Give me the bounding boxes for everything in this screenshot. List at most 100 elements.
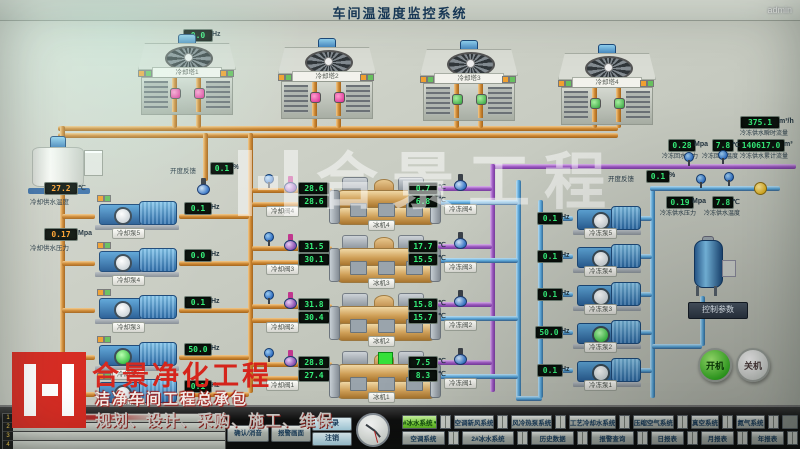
chiller1-cw-in-display: 28.8	[298, 356, 330, 369]
end-cap	[329, 364, 340, 398]
chiller2-label: 冰机2	[368, 336, 395, 347]
nav-indicator	[722, 415, 733, 429]
tower-body	[423, 83, 515, 121]
ack-mute-button[interactable]: 确认/消音	[227, 425, 269, 442]
hz-unit: Hz	[561, 214, 570, 221]
control-params-button[interactable]: 控制参数	[688, 302, 748, 319]
chilled-pump-2-hz: 50.0	[535, 326, 563, 339]
chiller4-cooling-valve-icon[interactable]	[284, 176, 297, 193]
nav-heat-pump-system[interactable]: 风冷热泵系统	[511, 415, 552, 429]
cooling-pump-5[interactable]	[95, 198, 179, 230]
chiller1-cooling-valve-label: 冷却阀1	[266, 380, 299, 391]
chiller2-chilled-valve-label: 冷冻阀2	[444, 320, 477, 331]
chiller3-chilled-valve-icon[interactable]	[454, 232, 467, 249]
nav-chiller-plant-1[interactable]: 1#冰水系统	[402, 415, 437, 429]
cooling-supply-temp-label: 冷却供水温度	[30, 196, 69, 206]
cooling-pump-3-hz: 0.1	[184, 296, 212, 309]
cooling-pump-4[interactable]	[95, 245, 179, 277]
nav-process-cooling-system[interactable]: 工艺冷却水系统	[569, 415, 616, 429]
nav-nitrogen-system[interactable]: 氮气系统	[736, 415, 765, 429]
nav-alarm-query[interactable]: 报警查询	[591, 431, 634, 445]
pump-gauge	[114, 301, 132, 319]
page-title: 车间温湿度监控系统	[0, 3, 800, 22]
nav-compressed-air-system[interactable]: 压缩空气系统	[633, 415, 674, 429]
chiller3-label: 冰机3	[368, 278, 395, 289]
cooling-tower-2[interactable]: 冷却塔2	[278, 38, 374, 122]
tower-valve-icon[interactable]	[334, 92, 345, 103]
start-button[interactable]: 开机	[698, 348, 732, 382]
alarm-list[interactable]: 1 2 3 4	[2, 413, 226, 449]
percent-unit: %	[233, 164, 239, 171]
louver	[144, 81, 168, 109]
alarm-row[interactable]: 3	[3, 432, 225, 441]
hz-unit: Hz	[211, 298, 220, 305]
hz-unit: Hz	[561, 366, 570, 373]
chiller3-chilled-valve-label: 冷冻阀3	[444, 262, 477, 273]
chiller1-cooling-valve-icon[interactable]	[284, 350, 297, 367]
tower-valve-icon[interactable]	[194, 88, 205, 99]
tower-valve-icon[interactable]	[590, 98, 601, 109]
nav-daily-report[interactable]: 日报表	[651, 431, 684, 445]
cooling-tower-1[interactable]: 冷却塔1	[138, 34, 234, 118]
nav-history-data[interactable]: 历史数据	[531, 431, 574, 445]
tower-valve-icon[interactable]	[452, 94, 463, 105]
nav-vacuum-system[interactable]: 真空系统	[691, 415, 720, 429]
control-box	[350, 261, 367, 275]
chiller2-chilled-valve-icon[interactable]	[454, 290, 467, 307]
nav-hvac-system[interactable]: 空调系统	[402, 431, 445, 445]
tower-valve-icon[interactable]	[170, 88, 181, 99]
pump-motor	[139, 342, 177, 366]
manual-valve-icon[interactable]	[754, 182, 767, 195]
chiller1-chw-out-display: 8.3	[408, 369, 438, 382]
logout-button[interactable]: 注销	[312, 432, 352, 446]
nav-yearly-report[interactable]: 年报表	[751, 431, 784, 445]
pump-motor	[611, 358, 641, 382]
cooling-pump-3[interactable]	[95, 292, 179, 324]
nav-indicator	[555, 415, 566, 429]
m3-unit: m³	[784, 141, 793, 148]
pump1-suction-pipe	[62, 392, 95, 397]
celsius-unit: ℃	[438, 357, 446, 365]
louver	[346, 85, 370, 113]
chiller2-chw-in-display: 15.8	[408, 298, 438, 311]
celsius-unit: ℃	[438, 299, 446, 307]
louver	[564, 91, 588, 119]
nav-indicator	[787, 431, 798, 445]
control-box	[350, 319, 367, 333]
chiller4-chw-out-display: 6.8	[408, 195, 438, 208]
nav-chiller-plant-2[interactable]: 2#冰水系统	[462, 431, 514, 445]
alarm-row[interactable]: 2	[3, 423, 225, 432]
chiller1-chilled-valve-icon[interactable]	[454, 348, 467, 365]
stop-button[interactable]: 关机	[736, 348, 770, 382]
login-button[interactable]: 登录	[312, 417, 352, 431]
chiller2-cw-out-display: 30.4	[298, 311, 330, 324]
nav-indicator	[577, 431, 588, 445]
alarm-row[interactable]: 4	[3, 441, 225, 449]
tower-valve-icon[interactable]	[614, 98, 625, 109]
cooling-tower-4[interactable]: 冷却塔4	[558, 44, 654, 128]
tower-valve-icon[interactable]	[310, 92, 321, 103]
cooling-tower-3[interactable]: 冷却塔3	[420, 40, 516, 124]
chiller4-chilled-valve-icon[interactable]	[454, 174, 467, 191]
alarm-screen-button[interactable]: 报警画面	[271, 425, 311, 442]
chiller4-chw-in-display: 0.7	[408, 182, 438, 195]
chiller2-cw-in-display: 31.8	[298, 298, 330, 311]
nav-indicator	[677, 415, 688, 429]
nav-row-2: 空调系统 2#冰水系统 历史数据 报警查询 日报表 月报表 年报表	[402, 431, 798, 445]
control-box	[378, 261, 395, 275]
cooling-pump-5-label: 冷却泵5	[112, 228, 145, 239]
chiller3-cooling-valve-icon[interactable]	[284, 234, 297, 251]
nav-indicator	[637, 431, 648, 445]
chiller2-cooling-valve-icon[interactable]	[284, 292, 297, 309]
expansion-tank[interactable]	[686, 236, 734, 298]
alarm-row[interactable]: 1	[3, 414, 225, 423]
hz-unit: Hz	[211, 251, 220, 258]
nav-fresh-air-system[interactable]: 空调新风系统	[454, 415, 495, 429]
celsius-unit: ℃	[78, 184, 86, 192]
nav-monthly-report[interactable]: 月报表	[701, 431, 734, 445]
bypass-valve-icon[interactable]	[197, 178, 210, 195]
alarm-row-number: 4	[3, 441, 13, 449]
cooling-pump-2[interactable]	[95, 339, 179, 371]
hz-unit: Hz	[561, 252, 570, 259]
tower-valve-icon[interactable]	[476, 94, 487, 105]
